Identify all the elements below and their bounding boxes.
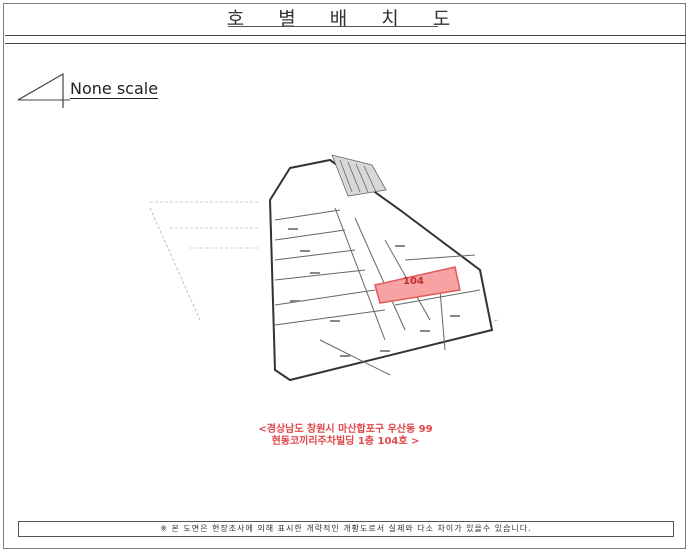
footer-disclaimer: ※ 본 도면은 현장조사에 의해 표시한 개략적인 개황도로서 실제와 다소 차… <box>18 521 674 537</box>
address-line-2: 현동코끼리주차빌딩 1층 104호 > <box>271 436 420 447</box>
divider-top <box>5 35 686 36</box>
unit-104-label: 104 <box>403 276 424 287</box>
building-outline <box>268 158 494 382</box>
title-underline <box>228 26 438 27</box>
divider-bottom <box>5 43 686 44</box>
scale-label: None scale <box>70 79 159 99</box>
floor-plan <box>149 154 501 382</box>
scale-mark-icon <box>18 72 70 108</box>
